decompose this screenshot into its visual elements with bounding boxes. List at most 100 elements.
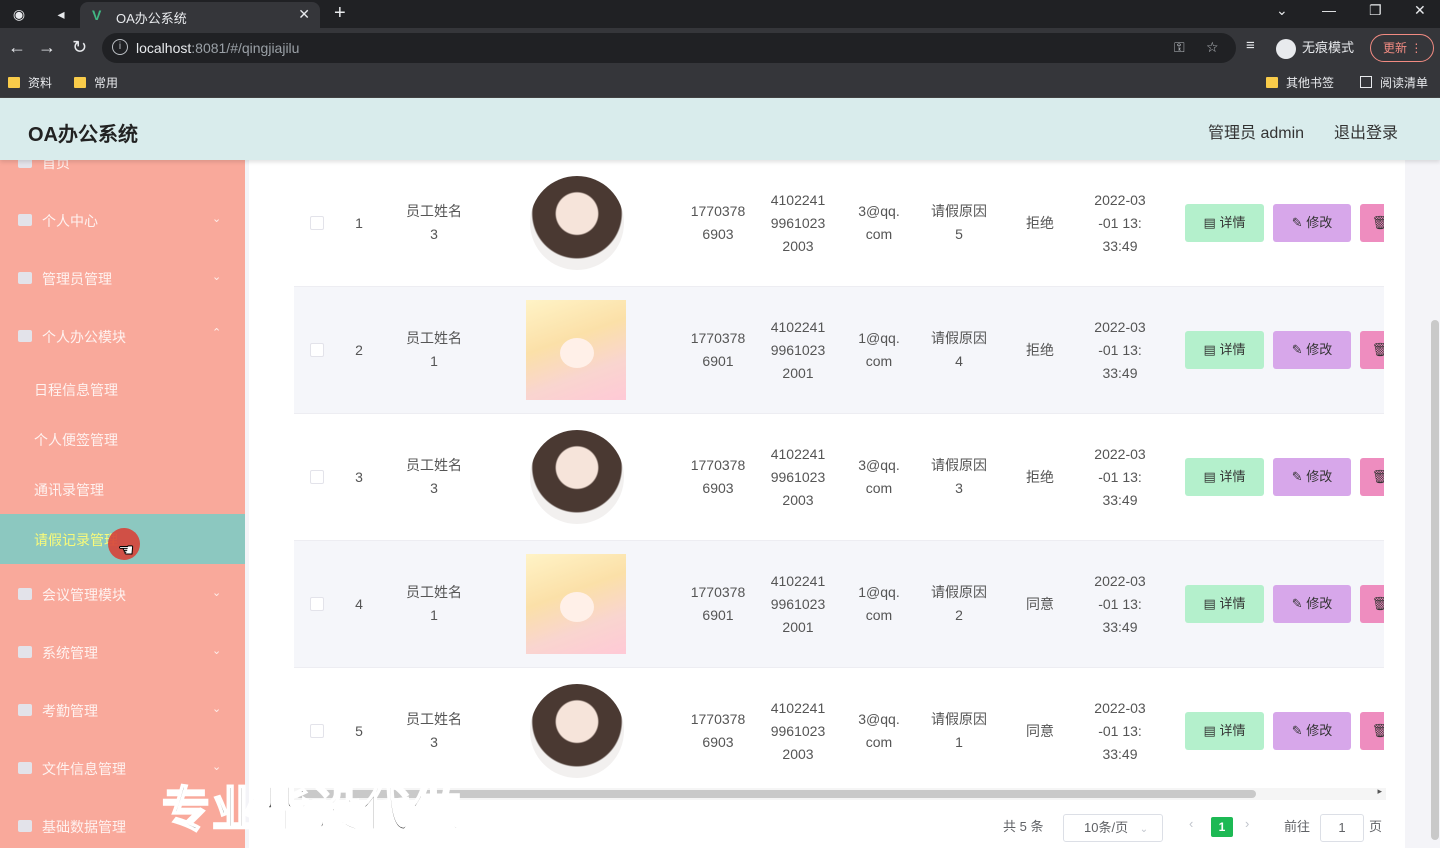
detail-button[interactable]: ▤ 详情 <box>1185 458 1264 496</box>
sidebar-item-label: 系统管理 <box>42 645 98 661</box>
tab-search-icon[interactable]: ⌄ <box>1276 2 1288 19</box>
employee-name: 员工姓名 1 <box>406 584 462 623</box>
sidebar-item-label: 会议管理模块 <box>42 587 126 603</box>
sidebar-item-label: 管理员管理 <box>42 271 112 287</box>
tab-title: OA办公系统 <box>116 11 187 26</box>
phone-number: 1770378 6901 <box>690 330 746 369</box>
sidebar-subitem-contacts[interactable]: 通讯录管理 <box>0 464 245 514</box>
new-tab-icon[interactable]: + <box>334 2 346 25</box>
apply-time: 2022-03 -01 13: 33:49 <box>1094 572 1146 635</box>
id-card-number: 4102241 9961023 2001 <box>770 572 826 635</box>
detail-button[interactable]: ▤ 详情 <box>1185 712 1264 750</box>
phone-number: 1770378 6903 <box>690 711 746 750</box>
sidebar-item-label: 个人中心 <box>42 213 98 229</box>
sidebar-item-system[interactable]: 系统管理 ⌄ <box>0 622 245 680</box>
page-size-select[interactable]: 10条/页 ⌄ <box>1063 814 1163 842</box>
browser-menu-icon[interactable]: ◉ <box>8 4 30 24</box>
bookmark-folder[interactable]: 资料 <box>8 74 52 91</box>
employee-avatar <box>526 554 626 654</box>
sidebar-item-label: 文件信息管理 <box>42 761 126 777</box>
email: 1@qq. com <box>858 584 900 623</box>
delete-button[interactable]: 🗑 <box>1360 712 1384 750</box>
phone-number: 1770378 6901 <box>690 584 746 623</box>
leave-reason: 请假原因 4 <box>931 330 987 369</box>
edit-button[interactable]: ✎ 修改 <box>1273 204 1351 242</box>
incognito-icon <box>1276 38 1296 59</box>
delete-button[interactable]: 🗑 <box>1360 204 1384 242</box>
vertical-scrollbar[interactable] <box>1430 160 1440 848</box>
media-icon[interactable]: ≡ <box>1246 37 1255 54</box>
back-icon[interactable]: ← <box>8 37 26 58</box>
approval-status: 同意 <box>1026 722 1054 739</box>
sidebar-subitem-schedule[interactable]: 日程信息管理 <box>0 364 245 414</box>
restore-icon[interactable]: ❐ <box>1369 2 1382 19</box>
edit-button[interactable]: ✎ 修改 <box>1273 331 1351 369</box>
sidebar-item-personal-center[interactable]: 个人中心 ⌄ <box>0 190 245 248</box>
sidebar-item-office[interactable]: 个人办公模块 ⌃ <box>0 306 245 364</box>
close-window-icon[interactable]: ✕ <box>1414 2 1426 19</box>
main-content: 1 员工姓名 3 1770378 6903 4102241 9961023 2003 3… <box>245 160 1440 848</box>
delete-button[interactable]: 🗑 <box>1360 585 1384 623</box>
incognito-indicator[interactable]: 无痕模式 <box>1276 37 1354 59</box>
app-header: OA办公系统 管理员 admin 退出登录 <box>0 98 1440 160</box>
detail-button[interactable]: ▤ 详情 <box>1185 331 1264 369</box>
chevron-down-icon: ⌄ <box>212 271 222 283</box>
scroll-right-icon[interactable]: ▸ <box>1377 786 1382 797</box>
id-card-number: 4102241 9961023 2001 <box>770 318 826 381</box>
chevron-down-icon: ⌄ <box>212 703 222 715</box>
star-icon[interactable]: ☆ <box>1206 39 1219 56</box>
key-icon[interactable]: ⚿ <box>1174 39 1185 56</box>
info-icon[interactable]: i <box>112 39 128 55</box>
chart-icon <box>18 820 32 832</box>
row-checkbox[interactable] <box>310 470 324 484</box>
row-checkbox[interactable] <box>310 597 324 611</box>
reload-icon[interactable]: ↻ <box>72 37 87 58</box>
row-checkbox[interactable] <box>310 216 324 230</box>
sidebar-item-home[interactable]: 首页 <box>0 160 245 190</box>
minimize-icon[interactable]: — <box>1322 2 1336 18</box>
sidebar-item-admin[interactable]: 管理员管理 ⌄ <box>0 248 245 306</box>
sidebar-item-attendance[interactable]: 考勤管理 ⌄ <box>0 680 245 738</box>
email: 3@qq. com <box>858 203 900 242</box>
row-checkbox[interactable] <box>310 343 324 357</box>
user-icon <box>18 214 32 226</box>
tab-close-icon[interactable]: ✕ <box>298 6 310 23</box>
chevron-down-icon: ⌄ <box>212 587 222 599</box>
goto-page-input[interactable]: 1 <box>1320 814 1364 842</box>
home-icon <box>18 160 32 168</box>
detail-button[interactable]: ▤ 详情 <box>1185 204 1264 242</box>
file-icon <box>18 762 32 774</box>
sidebar-item-meeting[interactable]: 会议管理模块 ⌄ <box>0 564 245 622</box>
url-bar[interactable]: i localhost:8081/#/qingjiajilu ⚿ ☆ <box>102 33 1236 63</box>
bookmark-folder[interactable]: 常用 <box>74 74 118 91</box>
edit-button[interactable]: ✎ 修改 <box>1273 712 1351 750</box>
office-icon <box>18 330 32 342</box>
vertical-scroll-thumb[interactable] <box>1431 320 1439 840</box>
row-index: 3 <box>355 468 363 485</box>
prev-page-icon[interactable]: ‹ <box>1189 816 1193 831</box>
other-bookmarks[interactable]: 其他书签 <box>1266 74 1334 91</box>
browser-tab[interactable]: V OA办公系统 ✕ <box>80 2 320 28</box>
edit-button[interactable]: ✎ 修改 <box>1273 585 1351 623</box>
employee-avatar <box>530 430 624 524</box>
row-checkbox[interactable] <box>310 724 324 738</box>
sidebar-subitem-notes[interactable]: 个人便签管理 <box>0 414 245 464</box>
mute-icon[interactable]: ◂ <box>50 4 72 24</box>
logout-link[interactable]: 退出登录 <box>1334 119 1398 143</box>
reading-list[interactable]: 阅读清单 <box>1360 74 1428 91</box>
approval-status: 同意 <box>1026 595 1054 612</box>
forward-icon[interactable]: → <box>38 37 56 58</box>
leave-reason: 请假原因 2 <box>931 584 987 623</box>
apply-time: 2022-03 -01 13: 33:49 <box>1094 445 1146 508</box>
attendance-icon <box>18 704 32 716</box>
delete-button[interactable]: 🗑 <box>1360 458 1384 496</box>
delete-button[interactable]: 🗑 <box>1360 331 1384 369</box>
url-text[interactable]: localhost:8081/#/qingjiajilu <box>136 40 299 56</box>
update-button[interactable]: 更新 ⋮ <box>1370 34 1434 62</box>
page-number-current[interactable]: 1 <box>1211 817 1233 837</box>
edit-button[interactable]: ✎ 修改 <box>1273 458 1351 496</box>
detail-button[interactable]: ▤ 详情 <box>1185 585 1264 623</box>
employee-avatar <box>530 176 624 270</box>
next-page-icon[interactable]: › <box>1245 816 1249 831</box>
employee-name: 员工姓名 1 <box>406 330 462 369</box>
